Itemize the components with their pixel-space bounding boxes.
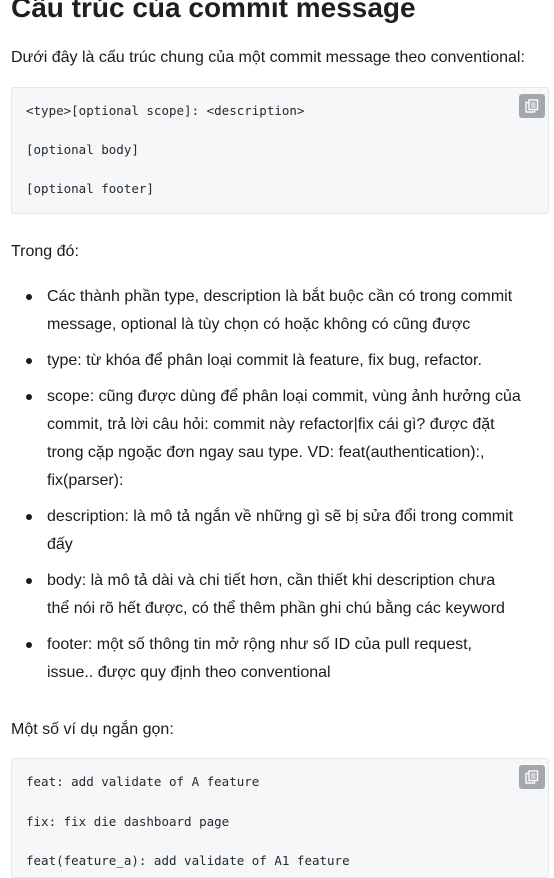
copy-code-button[interactable] (519, 765, 545, 789)
section-heading: Cấu trúc của commit message (11, 0, 416, 23)
code-line: <type>[optional scope]: <description> (26, 103, 305, 118)
list-item-text: body: là mô tả dài và chi tiết hơn, cần … (47, 572, 496, 589)
list-item-text: footer: một số thông tin mở rộng như số … (47, 636, 472, 653)
definitions-list: Các thành phần type, description là bắt … (0, 283, 554, 695)
list-item-text: đấy (47, 536, 73, 553)
list-item-text: commit, trả lời câu hỏi: commit này refa… (47, 416, 495, 433)
code-line: feat(feature_a): add validate of A1 feat… (26, 853, 350, 868)
list-item: type: từ khóa để phân loại commit là fea… (0, 347, 554, 375)
bullet-dot (26, 514, 32, 520)
bullet-dot (26, 578, 32, 584)
list-item: Các thành phần type, description là bắt … (0, 283, 554, 339)
list-item: footer: một số thông tin mở rộng như số … (0, 631, 554, 687)
bullet-dot (26, 294, 32, 300)
bullet-dot (26, 642, 32, 648)
list-item: scope: cũng được dùng để phân loại commi… (0, 383, 554, 495)
list-item-text: issue.. được quy định theo conventional (47, 664, 331, 681)
list-item-text: message, optional là tùy chọn có hoặc kh… (47, 316, 471, 333)
list-item-text: trong cặp ngoặc đơn ngay sau type. VD: f… (47, 444, 485, 461)
list-item-text: Các thành phần type, description là bắt … (47, 288, 513, 305)
copy-icon (525, 99, 539, 113)
list-item: description: là mô tả ngắn về những gì s… (0, 503, 554, 559)
list-item-text: scope: cũng được dùng để phân loại commi… (47, 388, 521, 405)
article: Cấu trúc của commit message Dưới đây là … (0, 0, 554, 878)
copy-code-button[interactable] (519, 94, 545, 118)
examples-label: Một số ví dụ ngắn gọn: (11, 721, 174, 738)
code-line: feat: add validate of A feature (26, 774, 260, 789)
bullet-dot (26, 394, 32, 400)
bullet-dot (26, 358, 32, 364)
copy-icon (525, 770, 539, 784)
list-item: body: là mô tả dài và chi tiết hơn, cần … (0, 567, 554, 623)
where-label: Trong đó: (11, 243, 79, 260)
code-line: fix: fix die dashboard page (26, 814, 230, 829)
code-line: [optional footer] (26, 181, 154, 196)
list-item-text: thể nói rõ hết được, có thể thêm phần gh… (47, 600, 505, 617)
list-item-text: description: là mô tả ngắn về những gì s… (47, 508, 514, 525)
code-line: [optional body] (26, 142, 139, 157)
intro-paragraph: Dưới đây là cấu trúc chung của một commi… (11, 49, 525, 66)
list-item-text: type: từ khóa để phân loại commit là fea… (47, 352, 482, 369)
code-block-examples: feat: add validate of A feature fix: fix… (11, 758, 549, 878)
list-item-text: fix(parser): (47, 472, 124, 489)
code-block-structure: <type>[optional scope]: <description> [o… (11, 87, 549, 214)
